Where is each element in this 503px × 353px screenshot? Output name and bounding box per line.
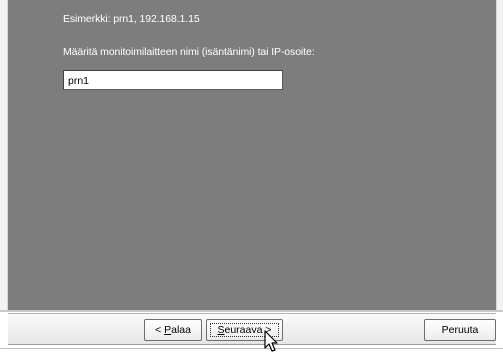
cancel-button[interactable]: Peruuta [424, 319, 496, 341]
back-button-prefix: < [155, 324, 165, 336]
back-button[interactable]: < Palaa [144, 319, 202, 341]
right-frame-strip [496, 0, 503, 310]
bottom-edge [0, 348, 503, 353]
installer-wizard-dialog: Esimerkki: prn1, 192.168.1.15 Määritä mo… [0, 0, 503, 353]
back-button-label: alaa [171, 324, 191, 336]
example-text: Esimerkki: prn1, 192.168.1.15 [63, 13, 200, 25]
mouse-pointer-icon [264, 330, 278, 352]
content-panel: Esimerkki: prn1, 192.168.1.15 Määritä mo… [8, 0, 496, 310]
left-frame-strip [0, 0, 8, 310]
host-name-input[interactable] [63, 70, 283, 90]
host-prompt-label: Määritä monitoimilaitteen nimi (isäntäni… [63, 46, 315, 58]
